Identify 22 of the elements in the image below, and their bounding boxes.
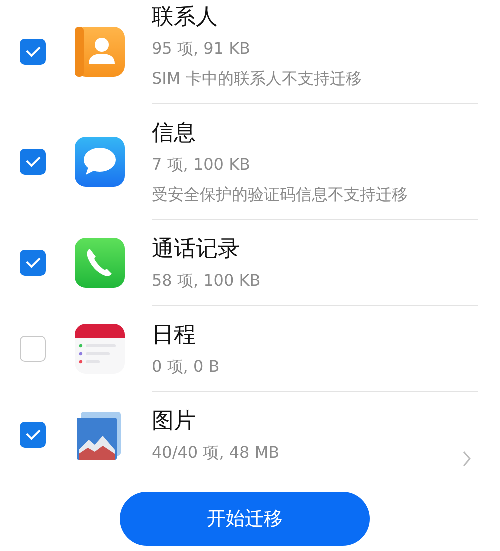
checkbox[interactable] [20,250,46,276]
item-title: 信息 [152,120,197,148]
item-title: 通话记录 [152,236,241,264]
item-detail: 40/40 项, 48 MB [152,442,281,464]
item-detail: 95 项, 91 KB [152,38,252,60]
item-detail: 7 项, 100 KB [152,154,252,176]
contacts-icon [75,27,125,77]
item-detail: 受安全保护的验证码信息不支持迁移 [152,184,409,206]
chat-bubble-icon [75,137,125,187]
calendar-icon [75,324,125,374]
phone-icon [75,238,125,288]
item-title: 日程 [152,322,197,350]
item-title: 图片 [152,408,197,436]
item-detail: 0 项, 0 B [152,356,221,378]
checkbox[interactable] [20,422,46,448]
checkbox[interactable] [20,149,46,175]
start-button[interactable]: 开始迁移 [120,492,370,546]
checkbox[interactable] [20,39,46,65]
item-detail: 58 项, 100 KB [152,270,262,292]
checkbox[interactable] [20,336,46,362]
item-title: 联系人 [152,4,219,32]
item-detail: SIM 卡中的联系人不支持迁移 [152,68,363,90]
